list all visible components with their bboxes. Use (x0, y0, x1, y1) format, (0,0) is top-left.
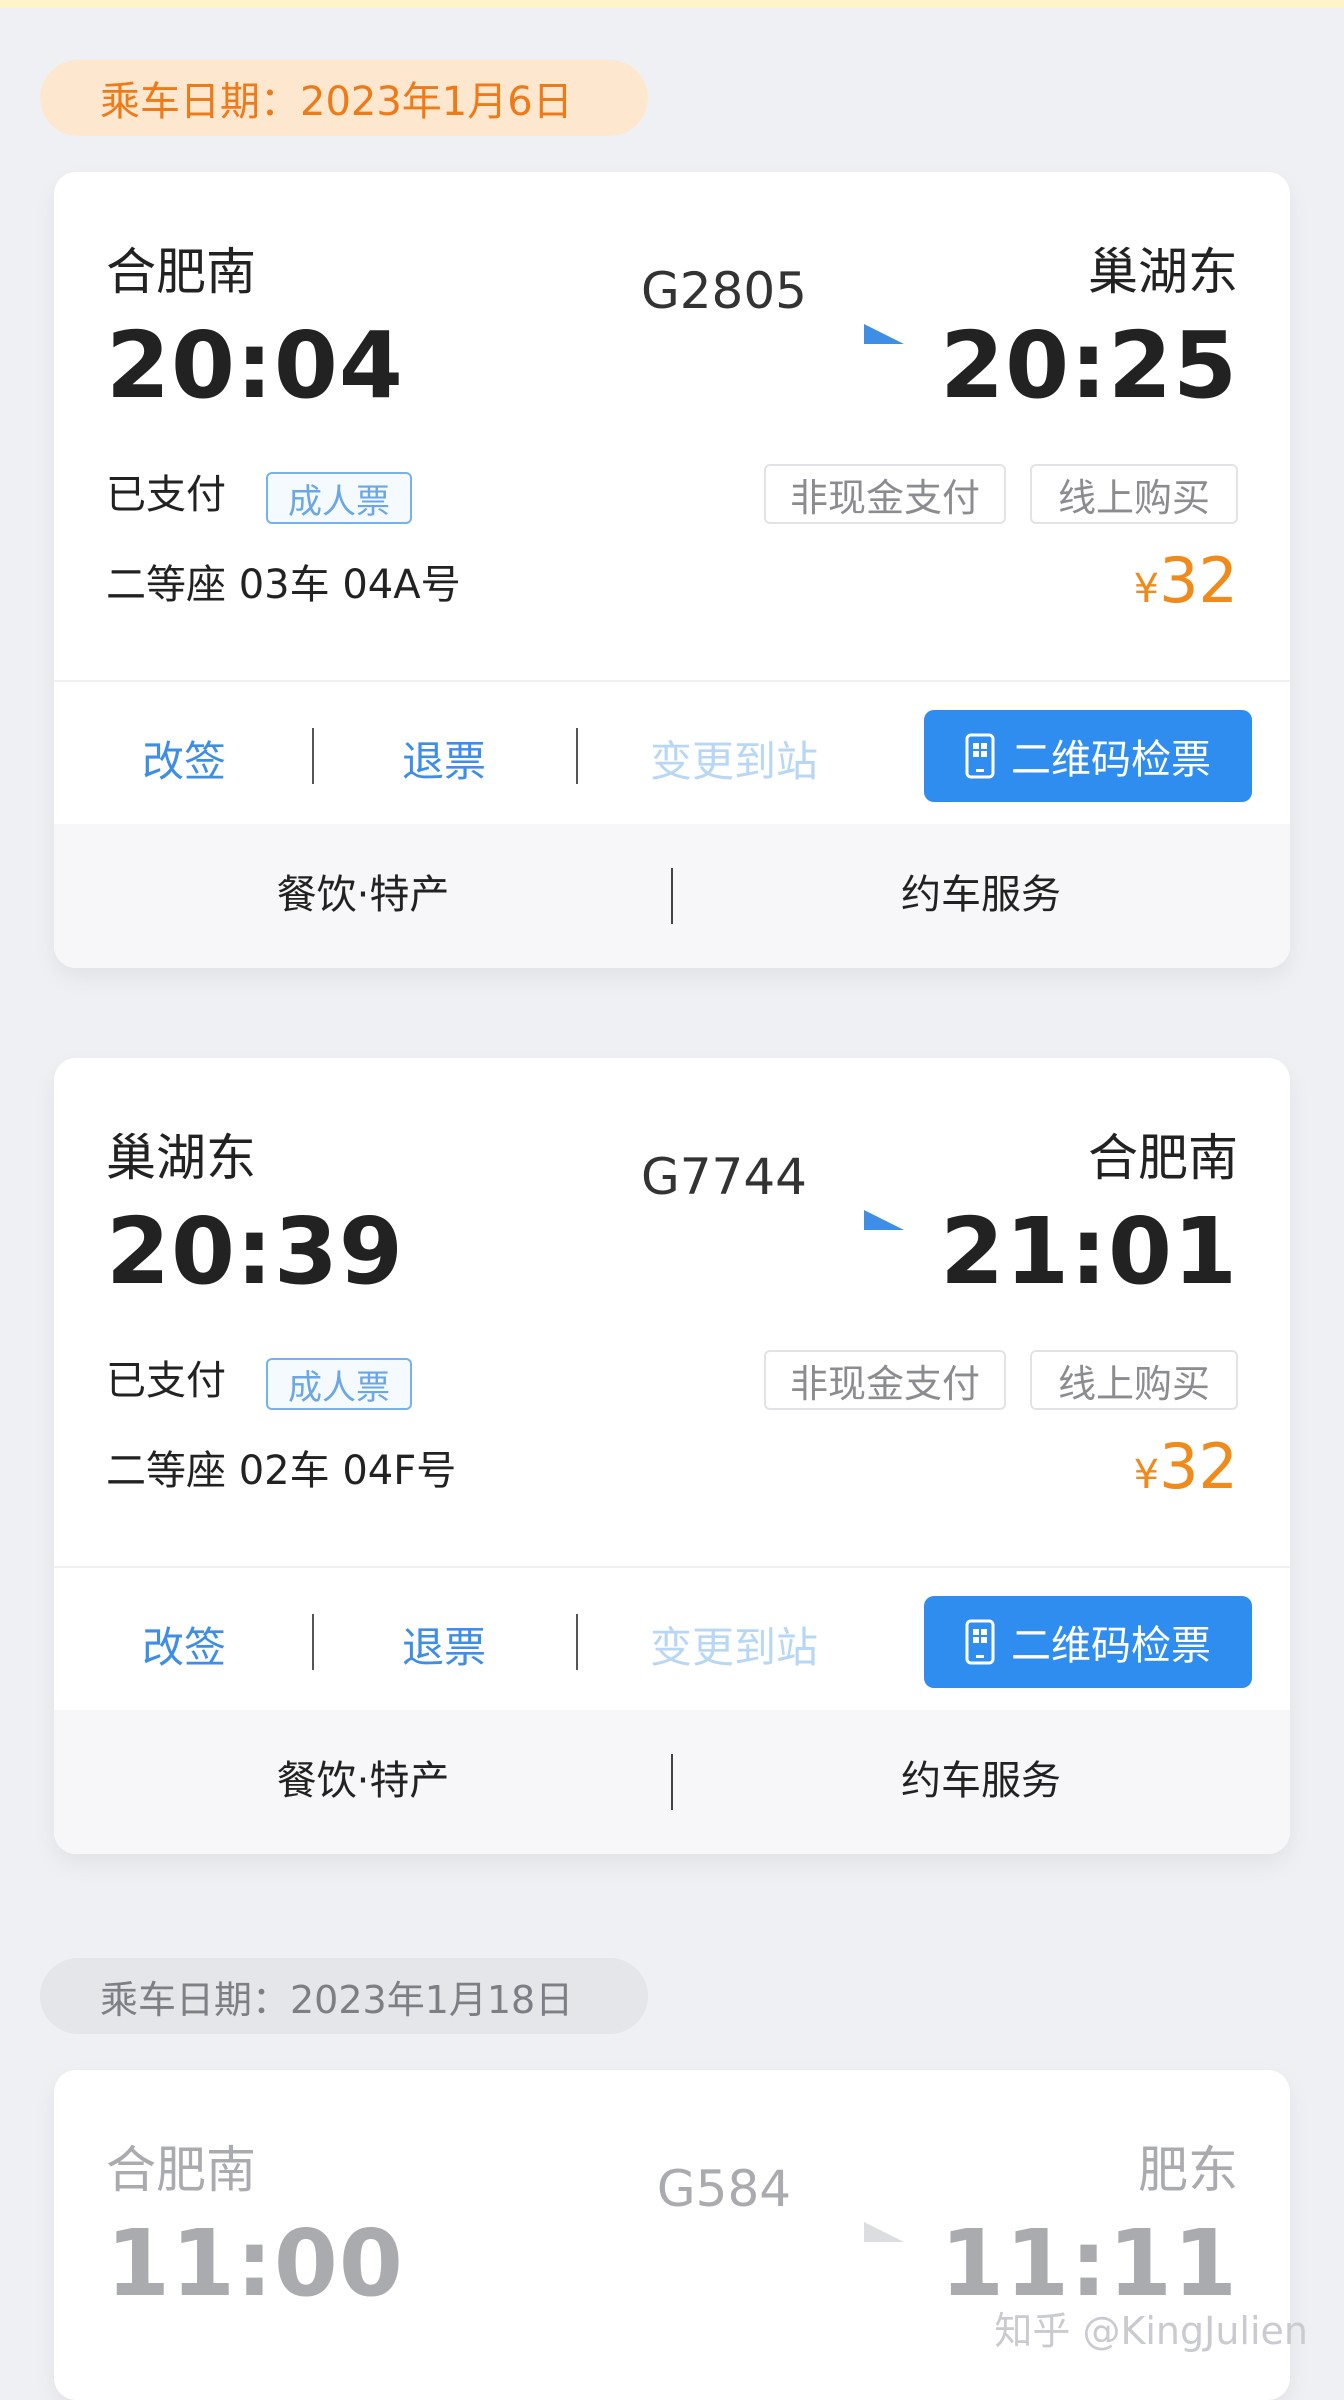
separator (312, 728, 314, 784)
departure-station: 合肥南 (106, 243, 256, 301)
travel-date-label: 乘车日期：2023年1月6日 (40, 60, 648, 136)
refund-button[interactable]: 退票 (354, 712, 534, 804)
divider (54, 1566, 1290, 1568)
separator (312, 1614, 314, 1670)
qr-phone-icon (965, 733, 995, 779)
ticket-type-badge: 成人票 (266, 1358, 412, 1410)
car-service-link[interactable]: 约车服务 (672, 1748, 1290, 1806)
purchase-channel-tag: 线上购买 (1030, 464, 1238, 524)
separator (576, 1614, 578, 1670)
payment-method-tag: 非现金支付 (764, 1350, 1006, 1410)
separator (576, 728, 578, 784)
direction-arrow-icon (494, 324, 904, 344)
refund-button[interactable]: 退票 (354, 1598, 534, 1690)
watermark: 知乎 @KingJulien (994, 2309, 1308, 2353)
food-specialty-link[interactable]: 餐饮·特产 (54, 862, 672, 920)
purchase-channel-tag: 线上购买 (1030, 1350, 1238, 1410)
qr-checkin-button[interactable]: 二维码检票 (924, 710, 1252, 802)
arrival-station: 肥东 (1138, 2141, 1238, 2199)
departure-time: 20:04 (106, 312, 404, 419)
qr-checkin-label: 二维码检票 (1011, 737, 1211, 783)
departure-station: 合肥南 (106, 2141, 256, 2199)
qr-checkin-button[interactable]: 二维码检票 (924, 1596, 1252, 1688)
train-number: G7744 (641, 1148, 807, 1206)
arrival-time: 21:01 (940, 1198, 1238, 1305)
divider (54, 680, 1290, 682)
direction-arrow-icon (494, 2222, 904, 2242)
ticket-type-badge: 成人票 (266, 472, 412, 524)
ticket-card[interactable]: 巢湖东 合肥南 G7744 20:39 21:01 已支付 成人票 非现金支付 … (54, 1058, 1290, 1854)
change-ticket-button[interactable]: 改签 (94, 712, 274, 804)
change-station-button[interactable]: 变更到站 (614, 712, 854, 804)
seat-info: 二等座 03车 04A号 (106, 562, 461, 608)
change-station-button[interactable]: 变更到站 (614, 1598, 854, 1690)
food-specialty-link[interactable]: 餐饮·特产 (54, 1748, 672, 1806)
arrival-station: 巢湖东 (1088, 243, 1238, 301)
departure-time: 11:00 (106, 2210, 404, 2317)
payment-method-tag: 非现金支付 (764, 464, 1006, 524)
direction-arrow-icon (494, 1210, 904, 1230)
payment-status: 已支付 (106, 472, 226, 518)
train-number: G584 (656, 2160, 792, 2218)
qr-phone-icon (965, 1619, 995, 1665)
top-status-strip (0, 0, 1344, 8)
departure-time: 20:39 (106, 1198, 404, 1305)
ticket-card[interactable]: 合肥南 巢湖东 G2805 20:04 20:25 已支付 成人票 非现金支付 … (54, 172, 1290, 968)
arrival-time: 20:25 (940, 312, 1238, 419)
ticket-price: ¥32 (1133, 1430, 1238, 1503)
payment-status: 已支付 (106, 1358, 226, 1404)
travel-date-label: 乘车日期：2023年1月18日 (40, 1958, 648, 2034)
seat-info: 二等座 02车 04F号 (106, 1448, 457, 1494)
ticket-price: ¥32 (1133, 544, 1238, 617)
departure-station: 巢湖东 (106, 1129, 256, 1187)
change-ticket-button[interactable]: 改签 (94, 1598, 274, 1690)
arrival-station: 合肥南 (1088, 1129, 1238, 1187)
qr-checkin-label: 二维码检票 (1011, 1623, 1211, 1669)
train-number: G2805 (641, 262, 807, 320)
car-service-link[interactable]: 约车服务 (672, 862, 1290, 920)
